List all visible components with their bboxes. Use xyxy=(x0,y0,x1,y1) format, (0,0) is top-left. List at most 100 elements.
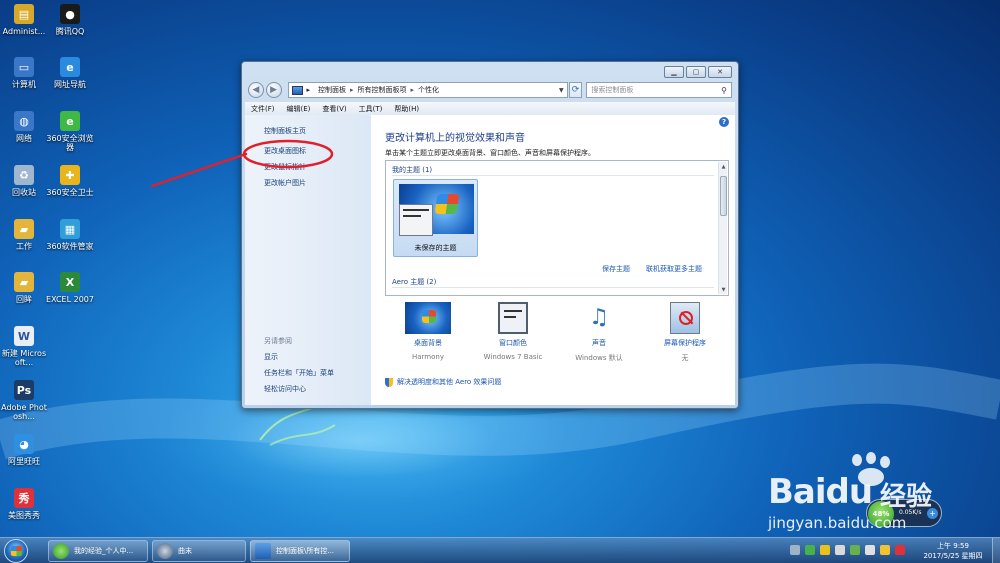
personalization-window: ▁ ▢ ✕ ◀ ▶ ▸ 控制面板 ▸ 所有控制面板项 ▸ 个性化 ▼ ⟳ 搜索控… xyxy=(241,61,739,409)
back-button[interactable]: ◀ xyxy=(248,82,264,98)
link-taskbar-start-menu[interactable]: 任务栏和「开始」菜单 xyxy=(264,368,334,378)
get-more-themes-link[interactable]: 联机获取更多主题 xyxy=(646,264,702,274)
qq-tray-icon[interactable] xyxy=(880,545,890,555)
page-subtitle: 单击某个主题立即更改桌面背景、窗口颜色、声音和屏幕保护程序。 xyxy=(385,149,595,157)
desktop-icon[interactable]: e 360安全浏览器 xyxy=(46,111,94,152)
theme-tile-unsaved[interactable]: 未保存的主题 xyxy=(393,179,478,257)
360-guard-icon: ✚ xyxy=(60,165,80,185)
theme-list-scrollbar[interactable]: ▲ ▼ xyxy=(718,162,727,294)
network-tray-icon[interactable] xyxy=(835,545,845,555)
folder-icon: ▰ xyxy=(14,272,34,292)
start-button[interactable] xyxy=(4,539,28,563)
aero-troubleshoot-link[interactable]: 解决透明度和其他 Aero 效果问题 xyxy=(385,377,501,387)
link-change-mouse-pointers[interactable]: 更改鼠标指针 xyxy=(264,162,306,172)
save-theme-link[interactable]: 保存主题 xyxy=(602,264,630,274)
desktop-icon[interactable]: 秀美图秀秀 xyxy=(0,488,48,520)
meitu-tray-icon[interactable] xyxy=(895,545,905,555)
search-input[interactable]: 搜索控制面板 ⚲ xyxy=(586,82,732,98)
plus-icon[interactable]: + xyxy=(927,508,938,519)
option-value: Windows 默认 xyxy=(575,354,623,362)
scroll-down-icon[interactable]: ▼ xyxy=(719,287,728,293)
desktop-icon-label: 腾讯QQ xyxy=(55,27,85,36)
option-desktop-background[interactable]: 桌面背景 Harmony xyxy=(393,302,463,361)
desktop-icon[interactable]: X EXCEL 2007 xyxy=(46,272,94,304)
desktop-icon[interactable]: ▰ 回眸 xyxy=(0,272,48,304)
my-themes-header: 我的主题 (1) xyxy=(392,166,433,174)
refresh-button[interactable]: ⟳ xyxy=(568,82,583,98)
desktop-icon[interactable]: ◕ 阿里旺旺 xyxy=(0,434,48,466)
network-speed-widget[interactable]: 48% 0.05K/s + xyxy=(866,499,942,527)
update-icon[interactable] xyxy=(850,545,860,555)
minimize-button[interactable]: ▁ xyxy=(664,66,684,78)
scroll-thumb[interactable] xyxy=(720,176,727,216)
desktop-icon[interactable]: ▭ 计算机 xyxy=(0,57,48,89)
option-title: 声音 xyxy=(592,339,606,347)
help-icon[interactable]: ? xyxy=(719,117,729,127)
link-control-panel-home[interactable]: 控制面板主页 xyxy=(264,126,306,136)
forward-button[interactable]: ▶ xyxy=(265,82,282,98)
network-speed: 0.05K/s xyxy=(899,509,922,516)
desktop-icon[interactable]: W 新建 Microsoft... xyxy=(0,326,48,367)
link-change-desktop-icons[interactable]: 更改桌面图标 xyxy=(264,146,306,156)
menu-view[interactable]: 查看(V) xyxy=(322,104,346,114)
menu-file[interactable]: 文件(F) xyxy=(251,104,275,114)
taskbar-item-label: 我的经验_个人中... xyxy=(74,547,134,555)
word-doc-icon: W xyxy=(14,326,34,346)
link-ease-of-access[interactable]: 轻松访问中心 xyxy=(264,384,306,394)
desktop-icon[interactable]: ◍ 网络 xyxy=(0,111,48,143)
clock-time: 上午 9:59 xyxy=(937,542,969,550)
user-folder-icon: ▤ xyxy=(14,4,34,24)
360-shield-icon[interactable] xyxy=(805,545,815,555)
show-desktop-button[interactable] xyxy=(992,538,1000,563)
desktop-icon-label: Adobe Photosh... xyxy=(1,403,47,421)
close-button[interactable]: ✕ xyxy=(708,66,732,78)
menu-bar: 文件(F) 编辑(E) 查看(V) 工具(T) 帮助(H) xyxy=(245,102,735,115)
window-controls: ▁ ▢ ✕ xyxy=(664,66,732,78)
option-screensaver[interactable]: 屏幕保护程序 无 xyxy=(650,302,720,363)
desktop-background-icon xyxy=(405,302,451,334)
desktop-icon[interactable]: ✚ 360安全卫士 xyxy=(46,165,94,197)
taskbar-item-label: 控制面板\所有控... xyxy=(276,547,335,555)
window-preview-icon xyxy=(399,204,433,236)
breadcrumb-mid[interactable]: 所有控制面板项 xyxy=(358,85,407,95)
address-sep-icon: ▸ xyxy=(306,86,311,94)
desktop-icon[interactable]: e 网址导航 xyxy=(46,57,94,89)
menu-tools[interactable]: 工具(T) xyxy=(359,104,383,114)
aero-themes-header: Aero 主题 (2) xyxy=(392,278,437,286)
option-window-color[interactable]: 窗口颜色 Windows 7 Basic xyxy=(478,302,548,361)
maximize-button[interactable]: ▢ xyxy=(686,66,706,78)
page-title: 更改计算机上的视觉效果和声音 xyxy=(385,133,525,144)
desktop-icon[interactable]: ▦ 360软件管家 xyxy=(46,219,94,251)
link-display[interactable]: 显示 xyxy=(264,352,278,362)
option-sound[interactable]: ♫ 声音 Windows 默认 xyxy=(564,302,634,363)
aero-troubleshoot-label: 解决透明度和其他 Aero 效果问题 xyxy=(397,378,502,386)
security-icon[interactable] xyxy=(820,545,830,555)
keyboard-icon[interactable] xyxy=(790,545,800,555)
paw-icon xyxy=(838,452,908,494)
divider xyxy=(392,287,714,288)
search-icon[interactable]: ⚲ xyxy=(721,86,727,95)
link-change-account-picture[interactable]: 更改帐户图片 xyxy=(264,178,306,188)
windows-logo-icon xyxy=(10,546,22,556)
meitu-icon: 秀 xyxy=(14,488,34,508)
desktop-icon[interactable]: ▰ 工作 xyxy=(0,219,48,251)
breadcrumb-root[interactable]: 控制面板 xyxy=(318,85,346,95)
desktop-icon[interactable]: Ps Adobe Photosh... xyxy=(0,380,48,421)
menu-help[interactable]: 帮助(H) xyxy=(394,104,419,114)
taskbar-item-control-panel[interactable]: 控制面板\所有控... xyxy=(250,540,350,562)
scroll-up-icon[interactable]: ▲ xyxy=(719,164,728,170)
taskbar-item-media[interactable]: 曲末 xyxy=(152,540,246,562)
desktop-icon[interactable]: ▤ Administ... xyxy=(0,4,48,36)
clock[interactable]: 上午 9:59 2017/5/25 星期四 xyxy=(918,541,988,561)
breadcrumb-current[interactable]: 个性化 xyxy=(418,85,439,95)
taskbar: 我的经验_个人中... 曲末 控制面板\所有控... 上午 9:59 2017/… xyxy=(0,537,1000,563)
taskbar-item-browser[interactable]: 我的经验_个人中... xyxy=(48,540,148,562)
qq-penguin-icon: ● xyxy=(60,4,80,24)
chevron-down-icon[interactable]: ▼ xyxy=(559,87,564,94)
menu-edit[interactable]: 编辑(E) xyxy=(287,104,311,114)
address-bar[interactable]: ▸ 控制面板 ▸ 所有控制面板项 ▸ 个性化 ▼ xyxy=(287,82,568,98)
desktop-icon[interactable]: ♻ 回收站 xyxy=(0,165,48,197)
theme-list: 我的主题 (1) 未保存的主题 保存主题 联机获取更多主题 Aero 主题 (2… xyxy=(385,160,729,296)
desktop-icon[interactable]: ● 腾讯QQ xyxy=(46,4,94,36)
volume-icon[interactable] xyxy=(865,545,875,555)
